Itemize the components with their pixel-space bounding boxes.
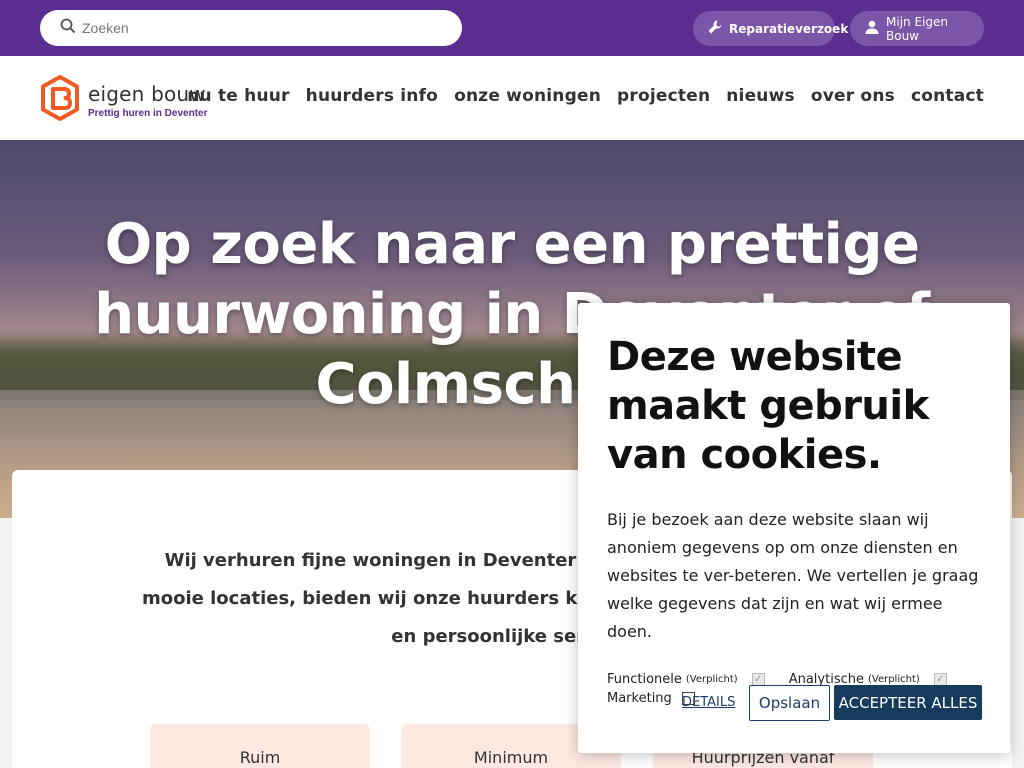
accept-all-button[interactable]: ACCEPTEER ALLES: [834, 685, 982, 720]
site-logo[interactable]: eigen bouw Prettig huren in Deventer: [40, 75, 207, 126]
my-account-button[interactable]: Mijn Eigen Bouw: [850, 11, 984, 46]
details-link[interactable]: DETAILS: [682, 695, 735, 710]
usp-card: Ruim: [150, 724, 370, 768]
site-header: eigen bouw Prettig huren in Deventer nu …: [0, 56, 1024, 140]
logo-mark-icon: [40, 75, 80, 126]
repair-request-label: Reparatieverzoek: [729, 21, 849, 36]
cookie-actions: DETAILS Opslaan ACCEPTEER ALLES: [607, 685, 982, 721]
main-nav: nu te huur huurders info onze woningen p…: [187, 86, 984, 106]
option-note: (Verplicht): [685, 674, 738, 685]
cookie-title: Deze website maakt gebruik van cookies.: [607, 334, 929, 478]
nav-item-nu-te-huur[interactable]: nu te huur: [187, 86, 289, 106]
nav-item-projecten[interactable]: projecten: [617, 86, 710, 106]
my-account-label: Mijn Eigen Bouw: [886, 14, 948, 43]
save-button[interactable]: Opslaan: [749, 685, 830, 721]
nav-item-contact[interactable]: contact: [911, 86, 984, 106]
search-bar[interactable]: [40, 10, 462, 46]
top-bar: Reparatieverzoek Mijn Eigen Bouw: [0, 0, 1024, 56]
nav-item-huurders-info[interactable]: huurders info: [306, 86, 438, 106]
repair-request-button[interactable]: Reparatieverzoek: [693, 11, 848, 46]
user-icon: [864, 19, 886, 38]
nav-item-over-ons[interactable]: over ons: [811, 86, 895, 106]
nav-item-nieuws[interactable]: nieuws: [726, 86, 795, 106]
search-input[interactable]: [82, 20, 442, 36]
wrench-icon: [707, 19, 729, 38]
search-icon: [60, 18, 76, 39]
cookie-body: Bij je bezoek aan deze website slaan wij…: [607, 510, 979, 641]
logo-tagline: Prettig huren in Deventer: [88, 108, 208, 119]
cookie-consent-dialog: Deze website maakt gebruik van cookies. …: [578, 303, 1010, 753]
nav-item-onze-woningen[interactable]: onze woningen: [454, 86, 601, 106]
option-note: (Verplicht): [867, 674, 920, 685]
